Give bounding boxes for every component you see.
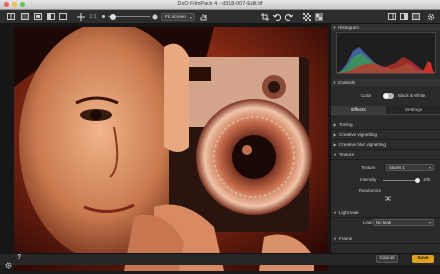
image-viewer[interactable] bbox=[0, 24, 329, 271]
chevron-down-icon: ▾ bbox=[428, 165, 431, 170]
triangle-right-icon: ▶ bbox=[333, 133, 337, 137]
side-panel: ▼ Histogram ▼ Controls Color Black & White… bbox=[330, 24, 440, 253]
section-light-leak-label: Light leak bbox=[339, 210, 359, 215]
section-toning[interactable]: ▶ Toning bbox=[331, 120, 440, 130]
save-button[interactable]: Save bbox=[412, 255, 434, 263]
randomize-label: Randomize bbox=[359, 188, 382, 193]
section-creative-blur-vignetting[interactable]: ▶ Creative blur vignetting bbox=[331, 140, 440, 150]
window-title: DxO FilmPack 4 - d318-007-Edit.tif bbox=[177, 1, 263, 7]
bw-mode-label: Black & White bbox=[398, 93, 426, 98]
fit-screen-select[interactable]: Fit screen ▾ bbox=[161, 12, 195, 21]
help-icon[interactable]: ? bbox=[17, 254, 21, 261]
grid-pattern-icon[interactable] bbox=[302, 12, 311, 21]
intensity-slider-handle[interactable] bbox=[415, 178, 420, 183]
section-toning-label: Toning bbox=[339, 122, 353, 127]
crop-icon[interactable] bbox=[260, 12, 269, 21]
panel-full-icon[interactable] bbox=[411, 12, 420, 21]
controls-title: Controls bbox=[338, 80, 356, 85]
triangle-down-icon: ▼ bbox=[333, 153, 337, 157]
histogram-plot bbox=[337, 47, 435, 73]
texture-select[interactable]: Stains 1 ▾ bbox=[386, 164, 434, 171]
panel-tabs: Effects Settings bbox=[331, 106, 440, 115]
panel-layout-icon[interactable] bbox=[387, 12, 396, 21]
triangle-right-icon: ▶ bbox=[333, 143, 337, 147]
grid-pattern-alt-icon[interactable] bbox=[314, 12, 323, 21]
compare-icon[interactable] bbox=[20, 12, 29, 21]
panel-dual-icon[interactable] bbox=[399, 12, 408, 21]
triangle-down-icon: ▼ bbox=[332, 25, 337, 30]
photo-portrait-with-camera bbox=[14, 27, 328, 271]
texture-value: Stains 1 bbox=[389, 165, 405, 170]
intensity-slider-track[interactable] bbox=[383, 180, 418, 181]
section-frame-label: Frame bbox=[339, 236, 353, 241]
section-texture-label: Texture bbox=[339, 152, 355, 157]
intensity-value[interactable]: 100 bbox=[423, 176, 430, 183]
histogram-header[interactable]: ▼ Histogram bbox=[331, 24, 440, 31]
tab-effects[interactable]: Effects bbox=[331, 106, 386, 115]
rotate-right-icon[interactable] bbox=[284, 12, 293, 21]
histogram-graph bbox=[336, 32, 436, 74]
zoom-out-icon[interactable] bbox=[100, 12, 106, 21]
section-creative-blur-vignetting-label: Creative blur vignetting bbox=[339, 142, 386, 147]
leak-label: Leak bbox=[363, 220, 373, 225]
triangle-down-icon: ▼ bbox=[332, 80, 337, 85]
color-bw-toggle[interactable] bbox=[383, 93, 394, 99]
section-creative-vignetting-label: Creative vignetting bbox=[339, 132, 378, 137]
texture-label: Texture bbox=[361, 165, 376, 170]
edited-photo bbox=[14, 27, 328, 271]
controls-header[interactable]: ▼ Controls bbox=[331, 79, 440, 86]
status-bar: ? bbox=[0, 253, 440, 269]
histogram-title: Histogram bbox=[338, 25, 359, 30]
split-view-icon[interactable] bbox=[6, 12, 15, 21]
shuffle-icon[interactable] bbox=[385, 188, 391, 206]
chevron-down-icon: ▾ bbox=[189, 14, 192, 20]
toolbar: 1:1 Fit screen ▾ bbox=[0, 10, 440, 24]
move-tool-icon[interactable] bbox=[76, 12, 85, 21]
color-mode-label: Color bbox=[361, 93, 372, 98]
intensity-label: Intensity bbox=[360, 177, 377, 182]
zoom-in-icon[interactable] bbox=[151, 12, 158, 21]
cancel-button[interactable]: Cancel bbox=[376, 255, 398, 263]
rotate-left-icon[interactable] bbox=[272, 12, 281, 21]
zoom-slider-handle[interactable] bbox=[110, 13, 116, 20]
fullscreen-icon[interactable] bbox=[58, 12, 67, 21]
settings-gear-icon[interactable] bbox=[5, 256, 12, 274]
section-light-leak[interactable]: ▼ Light leak bbox=[331, 208, 440, 218]
leak-value: No leak bbox=[376, 220, 391, 225]
single-view-icon[interactable] bbox=[33, 12, 42, 21]
zoom-ratio[interactable]: 1:1 bbox=[87, 12, 99, 21]
section-creative-vignetting[interactable]: ▶ Creative vignetting bbox=[331, 130, 440, 140]
hand-tool-icon[interactable] bbox=[199, 12, 207, 21]
fit-screen-value: Fit screen bbox=[165, 14, 187, 20]
before-after-icon[interactable] bbox=[46, 12, 55, 21]
tab-settings[interactable]: Settings bbox=[386, 106, 440, 115]
chevron-down-icon: ▾ bbox=[428, 220, 431, 225]
title-bar: DxO FilmPack 4 - d318-007-Edit.tif bbox=[0, 0, 440, 10]
section-frame[interactable]: ▼ Frame bbox=[331, 234, 440, 244]
gear-icon[interactable] bbox=[426, 12, 435, 21]
triangle-down-icon: ▼ bbox=[333, 211, 337, 215]
triangle-down-icon: ▼ bbox=[333, 237, 337, 241]
leak-select[interactable]: No leak ▾ bbox=[373, 219, 434, 226]
section-texture[interactable]: ▼ Texture bbox=[331, 150, 440, 160]
triangle-right-icon: ▶ bbox=[333, 123, 337, 127]
